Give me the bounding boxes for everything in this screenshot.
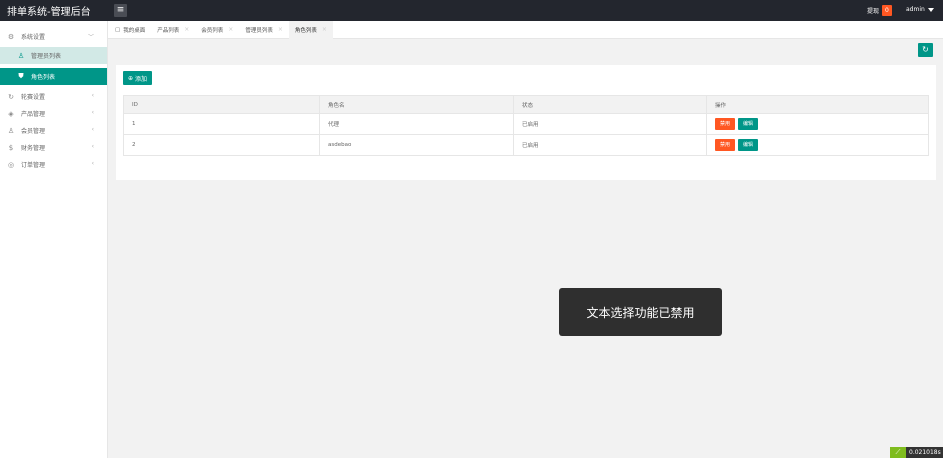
tab-product-list[interactable]: 产品列表 ×: [151, 21, 195, 39]
close-icon[interactable]: ×: [184, 26, 189, 33]
content-panel: ⊕ 添加 ID 角色名 状态 操作 1 代理 已启用 禁用 编辑 2 asdeba: [116, 65, 936, 180]
sidebar-item-order-management[interactable]: ◎ 订单管理 ‹: [0, 156, 107, 173]
column-header-actions: 操作: [706, 95, 929, 114]
cell-status: 已启用: [513, 134, 707, 156]
username: admin: [906, 6, 925, 13]
notice-count-badge: 0: [882, 5, 892, 16]
close-icon[interactable]: ×: [228, 26, 233, 33]
chevron-left-icon: ‹: [91, 126, 94, 133]
page-timer: ⟋ 0.021018s: [890, 447, 943, 458]
add-role-button[interactable]: ⊕ 添加: [123, 71, 153, 85]
tab-admin-list[interactable]: 管理员列表 ×: [239, 21, 289, 39]
withdraw-notice[interactable]: 提现 0: [867, 5, 892, 16]
cell-status: 已启用: [513, 113, 707, 135]
column-header-id: ID: [123, 95, 320, 114]
sidebar-item-label: 角色列表: [31, 74, 56, 81]
sidebar-item-label: 订单管理: [21, 162, 46, 169]
sidebar-item-label: 财务管理: [21, 145, 46, 152]
sidebar-item-admin-list[interactable]: ♙ 管理员列表: [0, 47, 107, 64]
user-icon: ♙: [7, 126, 15, 135]
cell-id: 1: [123, 113, 320, 135]
plus-circle-icon: ⊕: [128, 74, 134, 82]
close-icon[interactable]: ×: [278, 26, 283, 33]
sidebar-item-member-management[interactable]: ♙ 会员管理 ‹: [0, 122, 107, 139]
edit-button[interactable]: 编辑: [738, 139, 759, 151]
chevron-left-icon: ‹: [91, 143, 94, 150]
cell-role-name: 代理: [319, 113, 514, 135]
timer-value: 0.021018s: [906, 447, 943, 458]
chevron-left-icon: ‹: [91, 160, 94, 167]
sidebar-item-product-management[interactable]: ◈ 产品管理 ‹: [0, 105, 107, 122]
sidebar-item-label: 产品管理: [21, 111, 46, 118]
chevron-down-icon: ﹀: [87, 34, 94, 41]
column-header-role-name: 角色名: [319, 95, 514, 114]
app-title: 排单系统-管理后台: [7, 7, 91, 18]
sidebar: ⚙ 系统设置 ﹀ ♙ 管理员列表 ⛊ 角色列表 ↻ 轮赛设置 ‹ ◈ 产品管理 …: [0, 21, 108, 458]
role-table: ID 角色名 状态 操作 1 代理 已启用 禁用 编辑 2 asdebao 已启用…: [123, 95, 929, 156]
tab-label: 管理员列表: [245, 27, 273, 34]
cell-actions: 禁用 编辑: [706, 134, 929, 156]
sidebar-item-system-settings[interactable]: ⚙ 系统设置 ﹀: [0, 28, 107, 45]
sidebar-item-finance-management[interactable]: $ 财务管理 ‹: [0, 139, 107, 156]
home-icon: ▢: [115, 26, 121, 33]
tab-my-desktop[interactable]: ▢ 我的桌面: [108, 21, 151, 39]
tab-bar: ▢ 我的桌面 产品列表 × 会员列表 × 管理员列表 × 角色列表 ×: [108, 20, 943, 39]
disable-button[interactable]: 禁用: [715, 118, 736, 130]
table-row: 2 asdebao 已启用 禁用 编辑: [123, 134, 929, 156]
sidebar-item-rotation-settings[interactable]: ↻ 轮赛设置 ‹: [0, 88, 107, 105]
tab-label: 会员列表: [201, 27, 224, 34]
sidebar-item-label: 轮赛设置: [21, 94, 46, 101]
user-icon: ♙: [17, 51, 25, 60]
leaf-icon: ⟋: [890, 447, 906, 458]
user-menu[interactable]: admin: [906, 6, 934, 13]
tab-label: 角色列表: [294, 27, 317, 34]
cell-role-name: asdebao: [319, 134, 514, 156]
cell-actions: 禁用 编辑: [706, 113, 929, 135]
notice-label: 提现: [867, 8, 880, 15]
sidebar-item-role-list[interactable]: ⛊ 角色列表: [0, 68, 107, 85]
tab-role-list[interactable]: 角色列表 ×: [288, 20, 333, 39]
table-row: 1 代理 已启用 禁用 编辑: [123, 113, 929, 135]
order-icon: ◎: [7, 160, 15, 169]
sidebar-item-label: 系统设置: [21, 34, 46, 41]
edit-button[interactable]: 编辑: [738, 118, 759, 130]
gear-icon: ⚙: [7, 32, 15, 41]
shield-icon: ⛊: [18, 72, 24, 80]
tab-member-list[interactable]: 会员列表 ×: [195, 21, 239, 39]
money-icon: $: [8, 143, 14, 152]
toast-message: 文本选择功能已禁用: [559, 288, 722, 336]
refresh-button[interactable]: ↻: [918, 43, 933, 57]
caret-down-icon: [927, 7, 934, 12]
sidebar-item-label: 会员管理: [21, 128, 46, 135]
tab-label: 我的桌面: [123, 27, 146, 34]
sidebar-item-label: 管理员列表: [31, 53, 62, 60]
chevron-left-icon: ‹: [91, 92, 94, 99]
column-header-status: 状态: [513, 95, 707, 114]
top-bar: 排单系统-管理后台 ≡ 提现 0 admin: [0, 0, 943, 21]
table-header-row: ID 角色名 状态 操作: [123, 95, 929, 114]
tag-icon: ◈: [8, 109, 14, 118]
chevron-left-icon: ‹: [91, 109, 94, 116]
cell-id: 2: [123, 134, 320, 156]
refresh-icon: ↻: [8, 92, 14, 101]
close-icon[interactable]: ×: [322, 26, 327, 33]
menu-toggle-button[interactable]: ≡: [114, 4, 127, 17]
tab-label: 产品列表: [157, 27, 180, 34]
add-label: 添加: [135, 75, 148, 83]
disable-button[interactable]: 禁用: [715, 139, 736, 151]
